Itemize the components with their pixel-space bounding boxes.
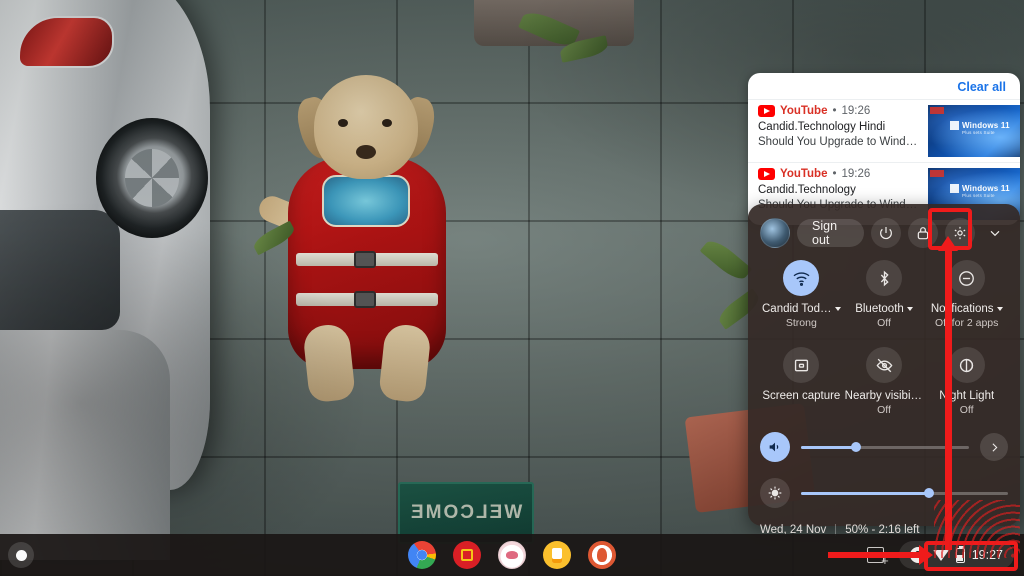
- windows-logo-icon: [950, 184, 959, 193]
- notification-center: Clear all YouTube • 19:26 Candid.Technol…: [748, 73, 1020, 225]
- shelf-app-manchester-united[interactable]: [453, 541, 481, 569]
- volume-slider-fill: [801, 445, 857, 449]
- brightness-slider-row: [760, 478, 1008, 508]
- thumbnail-badge: [930, 170, 944, 177]
- tile-wifi[interactable]: Candid Today… Strong: [760, 260, 843, 329]
- night-light-icon: [948, 347, 985, 383]
- notification-time: 19:26: [841, 168, 871, 180]
- notification-body: YouTube • 19:26 Candid.Technology Hindi …: [758, 105, 920, 157]
- tile-label-text: Candid Today…: [762, 303, 832, 315]
- shelf-app-white-app[interactable]: [498, 541, 526, 569]
- avatar[interactable]: [760, 218, 790, 248]
- notification-item[interactable]: YouTube • 19:26 Candid.Technology Hindi …: [748, 99, 1020, 162]
- shelf-app-list: [408, 541, 616, 569]
- windows-logo-icon: [950, 121, 959, 130]
- clear-all-button[interactable]: Clear all: [957, 80, 1006, 94]
- brightness-slider-fill: [801, 491, 930, 495]
- thumbnail-badge: [930, 107, 944, 114]
- tile-label-text: Bluetooth: [855, 303, 904, 315]
- tile-state: Off: [959, 404, 974, 416]
- thumbnail-title: Windows 11: [962, 184, 1010, 193]
- tile-nearby-visibility[interactable]: Nearby visibil… Off: [843, 347, 926, 416]
- tile-label: Candid Today…: [762, 303, 841, 315]
- brightness-slider[interactable]: [801, 488, 1008, 498]
- tile-night-light[interactable]: Night Light Off: [925, 347, 1008, 416]
- brightness-slider-thumb[interactable]: [924, 488, 935, 498]
- notification-time: 19:26: [841, 105, 871, 117]
- annotation-arrow-horizontal: [828, 545, 933, 565]
- shelf-app-chrome[interactable]: [408, 541, 436, 569]
- chevron-down-icon[interactable]: [906, 307, 913, 311]
- annotation-arrow-vertical: [938, 236, 958, 550]
- thumbnail-subtitle: Plus sets Suite: [962, 130, 995, 135]
- notification-app-name: YouTube: [780, 168, 828, 180]
- do-not-disturb-icon: [948, 260, 985, 296]
- volume-slider-row: [760, 432, 1008, 462]
- notification-meta: YouTube • 19:26: [758, 105, 920, 117]
- thumbnail-label: Windows 11 Plus sets Suite: [962, 121, 1010, 135]
- thumbnail-title: Windows 11: [962, 121, 1010, 130]
- chromeos-screen: WELCOME Clear all YouTube • 19:26 Candid…: [0, 0, 1024, 576]
- quick-settings-tiles-row-2: Screen capture Nearby visibil… Off Night…: [760, 347, 1008, 416]
- notification-app-name: YouTube: [780, 105, 828, 117]
- tile-state: Off: [877, 317, 891, 329]
- tile-state: Strong: [785, 317, 817, 329]
- notification-title: Candid.Technology Hindi: [758, 121, 886, 133]
- screen-capture-icon: [783, 347, 820, 383]
- tile-bluetooth[interactable]: Bluetooth Off: [843, 260, 926, 329]
- notification-meta: YouTube • 19:26: [758, 168, 920, 180]
- chevron-down-icon[interactable]: [996, 307, 1003, 311]
- quick-settings-panel: Sign out Candid Today…: [748, 204, 1020, 536]
- notification-time-separator: •: [832, 105, 837, 117]
- launcher-button[interactable]: [8, 542, 34, 568]
- annotation-box-status-area: [924, 541, 1018, 571]
- notification-subtitle: Should You Upgrade to Windows 1…: [758, 136, 920, 148]
- chevron-right-icon[interactable]: [980, 433, 1008, 461]
- notification-title: Candid.Technology: [758, 184, 856, 196]
- shelf-app-duckduckgo[interactable]: [588, 541, 616, 569]
- volume-slider[interactable]: [801, 442, 969, 452]
- sign-out-button[interactable]: Sign out: [797, 219, 864, 247]
- notification-header: Clear all: [748, 73, 1020, 99]
- volume-slider-thumb[interactable]: [851, 442, 862, 452]
- notification-thumbnail: Windows 11 Plus sets Suite: [928, 105, 1020, 157]
- tile-label-text: Screen capture: [762, 390, 841, 402]
- thumbnail-label: Windows 11 Plus sets Suite: [962, 184, 1010, 198]
- quick-settings-tiles-row-1: Candid Today… Strong Bluetooth Off: [760, 260, 1008, 329]
- tile-label-text: Notifications: [930, 303, 994, 315]
- nearby-visibility-off-icon: [866, 347, 902, 383]
- tile-label: Bluetooth: [855, 303, 913, 315]
- tile-label-text: Nearby visibil…: [844, 390, 924, 402]
- shelf-app-keep-notes[interactable]: [543, 541, 571, 569]
- wifi-icon: [783, 260, 820, 296]
- tile-label: Nearby visibil…: [845, 390, 924, 402]
- tile-label: Screen capture: [762, 390, 840, 402]
- tile-screen-capture[interactable]: Screen capture: [760, 347, 843, 416]
- tile-state: Off: [877, 404, 891, 416]
- notification-time-separator: •: [832, 168, 837, 180]
- thumbnail-subtitle: Plus sets Suite: [962, 193, 995, 198]
- volume-icon[interactable]: [760, 432, 790, 462]
- brightness-icon[interactable]: [760, 478, 790, 508]
- tile-label: Notifications: [931, 303, 1003, 315]
- chevron-down-icon[interactable]: [982, 220, 1008, 246]
- youtube-icon: [758, 105, 775, 117]
- power-icon[interactable]: [871, 218, 901, 248]
- chevron-down-icon[interactable]: [834, 307, 841, 311]
- youtube-icon: [758, 168, 775, 180]
- tile-notifications[interactable]: Notifications Off for 2 apps: [925, 260, 1008, 329]
- bluetooth-icon: [866, 260, 902, 296]
